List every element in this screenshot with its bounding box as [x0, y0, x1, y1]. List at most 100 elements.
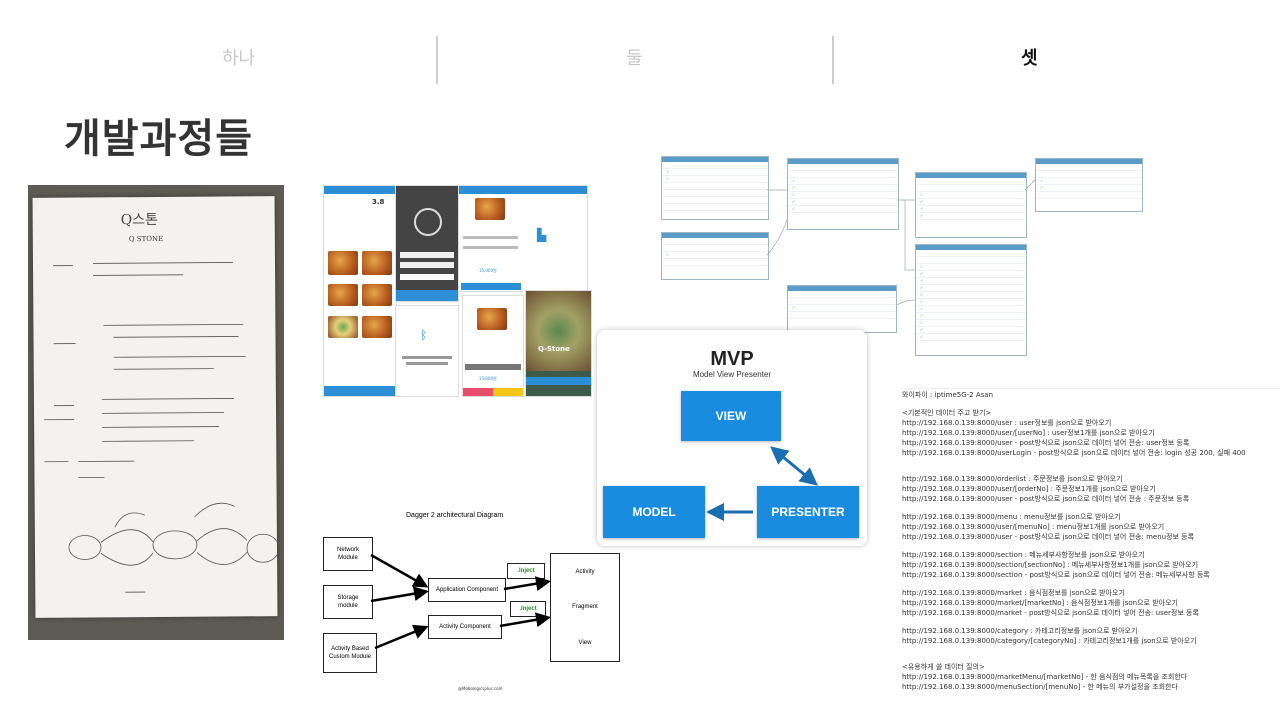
bluetooth-icon: ᛒ	[420, 328, 428, 342]
api-note-line: http://192.168.0.139:8000/market - post방…	[902, 609, 1199, 617]
tab-divider	[832, 36, 834, 84]
api-note-line: http://192.168.0.139:8000/category : 카테고…	[902, 627, 1138, 635]
food-image	[328, 251, 358, 275]
logo-icon	[414, 208, 442, 236]
api-note-line: http://192.168.0.139:8000/market : 음식점정보…	[902, 589, 1125, 597]
app-screen-menu: 3.8	[323, 185, 397, 397]
mvp-diagram: MVP Model View Presenter VIEW MODEL PRES…	[597, 330, 867, 546]
erd-table-market	[915, 244, 1027, 356]
api-note-line: http://192.168.0.139:8000/section : 메뉴세부…	[902, 551, 1145, 559]
order-button[interactable]	[461, 283, 521, 290]
target-fragment: Fragment	[572, 604, 598, 611]
store-icon: ▙	[537, 228, 547, 242]
erd-table-orders	[787, 158, 899, 230]
cart-button[interactable]	[465, 364, 521, 370]
api-note-line: http://192.168.0.139:8000/user : user정보를…	[902, 419, 1112, 427]
api-notes: 와이파이 : iptime5G-2 Asan <기본적인 데이터 주고 받기> ht…	[902, 390, 1272, 692]
splash-image	[526, 291, 591, 371]
api-note-line: http://192.168.0.139:8000/menuSection/[m…	[902, 683, 1178, 691]
api-note-line: http://192.168.0.139:8000/menu : menu정보를…	[902, 513, 1121, 521]
dagger-credit: @Mobologicsplus.com	[458, 686, 503, 691]
target-box: Activity Fragment View	[550, 553, 620, 662]
api-note-gap	[902, 466, 1272, 474]
activity-component-box: Activity Component	[428, 615, 502, 639]
bluetooth-text	[406, 362, 448, 365]
api-note-line: http://192.168.0.139:8000/user - post방식으…	[902, 439, 1190, 447]
food-image	[475, 198, 505, 220]
erd-table-category	[787, 285, 897, 333]
api-note-line: http://192.168.0.139:8000/section/[secti…	[902, 561, 1199, 569]
app-screen-bluetooth: ᛒ	[395, 305, 459, 397]
inject-label: .Inject	[507, 563, 545, 579]
erd-table-user	[661, 156, 769, 220]
inject-label: .Inject	[510, 601, 546, 617]
api-note-gap	[902, 618, 1272, 626]
target-activity: Activity	[575, 568, 595, 575]
detail-line	[463, 236, 518, 239]
api-note-line: http://192.168.0.139:8000/user - post방식으…	[902, 533, 1195, 541]
api-note-gap	[902, 400, 1272, 408]
api-note-line: http://192.168.0.139:8000/user/[userNo] …	[902, 429, 1155, 437]
app-header-bar	[324, 186, 396, 194]
api-note-line: http://192.168.0.139:8000/marketMenu/[ma…	[902, 673, 1188, 681]
login-button[interactable]	[400, 274, 454, 280]
splash-button[interactable]	[526, 377, 591, 385]
api-note-line: http://192.168.0.139:8000/category/[cate…	[902, 637, 1197, 645]
api-note-gap	[902, 542, 1272, 550]
food-image	[362, 284, 392, 306]
tab-set[interactable]: 셋	[1021, 44, 1038, 70]
api-note-line: http://192.168.0.139:8000/user/[menuNo] …	[902, 523, 1165, 531]
food-image	[328, 316, 358, 338]
tab-dul[interactable]: 둘	[626, 44, 643, 70]
api-note-line: <유용하게 쓸 데이터 질의>	[902, 663, 985, 671]
password-input[interactable]	[400, 262, 454, 268]
api-note-gap	[902, 646, 1272, 654]
erd-table-orderlist	[661, 232, 769, 280]
price-label: 15,000원	[479, 268, 497, 273]
api-note-line: 와이파이 : iptime5G-2 Asan	[902, 391, 994, 399]
api-note-line: http://192.168.0.139:8000/user/[orderNo]…	[902, 485, 1156, 493]
erd-table-menu	[915, 172, 1027, 238]
api-note-gap	[902, 458, 1272, 466]
application-component-box: Application Component	[428, 578, 506, 602]
api-note-line: http://192.168.0.139:8000/section - post…	[902, 571, 1210, 579]
activity-module-box: Activity Based Custom Module	[323, 633, 377, 673]
api-note-gap	[902, 580, 1272, 588]
planning-photo: Q스톤 Q STONE	[28, 185, 284, 640]
food-image	[362, 251, 392, 275]
storage-module-box: Storage module	[323, 585, 373, 619]
api-note-line: http://192.168.0.139:8000/userLogin - po…	[902, 449, 1246, 457]
api-note-gap	[902, 654, 1272, 662]
splash-brand: Q-Stone	[538, 345, 570, 353]
price-label: 15,000원	[479, 376, 497, 381]
dagger-title: Dagger 2 architectural Diagram	[406, 512, 504, 519]
pay-button[interactable]	[493, 388, 523, 396]
page-title: 개발과정들	[64, 116, 253, 162]
api-note-line: http://192.168.0.139:8000/user - post방식으…	[902, 495, 1190, 503]
mvp-arrows	[706, 446, 818, 521]
app-bottom-button[interactable]	[324, 386, 396, 396]
notes-divider	[900, 388, 1280, 389]
api-note-line: http://192.168.0.139:8000/market/[market…	[902, 599, 1178, 607]
app-screen-splash: Q-Stone	[525, 290, 592, 397]
handwriting-sketch	[44, 262, 278, 593]
detail-line	[463, 246, 518, 249]
erd-table-section	[1035, 158, 1143, 212]
food-image	[328, 284, 358, 306]
app-screen-detail: ▙ 15,000원	[458, 185, 588, 292]
api-note-line: <기본적인 데이터 주고 받기>	[902, 409, 992, 417]
paper-sheet: Q스톤 Q STONE	[32, 196, 278, 618]
app-header-bar	[459, 186, 587, 194]
api-note-gap	[902, 504, 1272, 512]
food-image	[362, 316, 392, 338]
cancel-button[interactable]	[463, 388, 493, 396]
app-screen-login	[395, 185, 459, 302]
tab-hana[interactable]: 하나	[222, 44, 255, 70]
login-input[interactable]	[400, 252, 454, 258]
rating-value: 3.8	[372, 198, 385, 206]
tab-divider	[436, 36, 438, 84]
api-note-line: http://192.168.0.139:8000/orderlist : 주문…	[902, 475, 1123, 483]
app-bottom-bar	[396, 290, 458, 301]
app-screen-cart: 15,000원	[462, 295, 524, 397]
target-view: View	[578, 640, 592, 647]
